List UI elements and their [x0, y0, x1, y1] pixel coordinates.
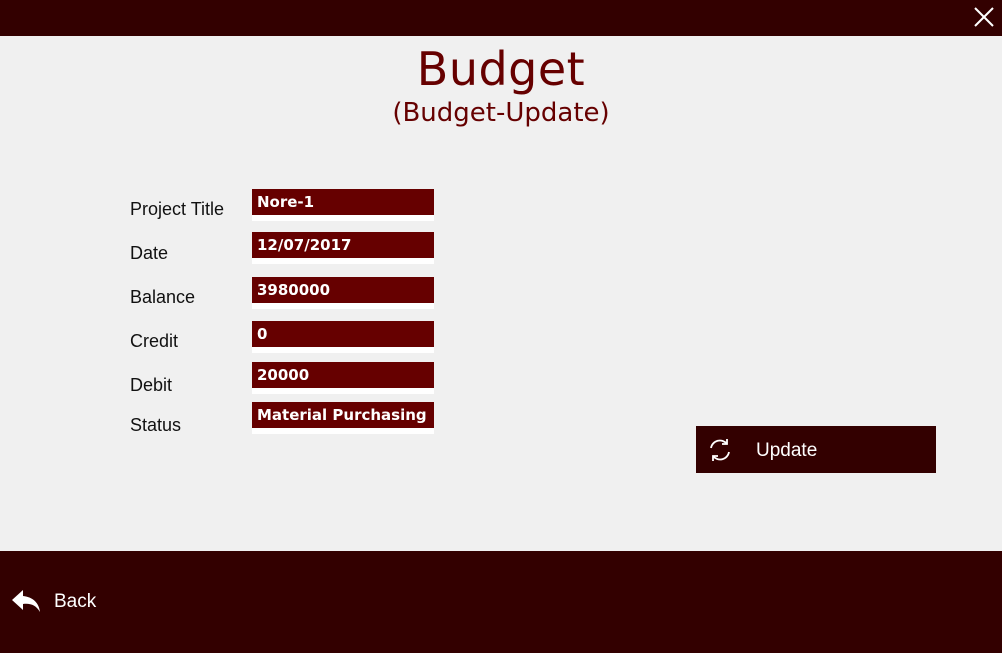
status-label: Status [130, 415, 182, 435]
footer-bar [0, 551, 1002, 653]
project-title-field[interactable]: Nore-1 [252, 189, 434, 221]
status-field[interactable]: Material Purchasing [252, 402, 434, 434]
balance-field[interactable]: 3980000 [252, 277, 434, 309]
back-button[interactable]: Back [10, 586, 120, 616]
update-button[interactable]: Update [696, 426, 936, 473]
refresh-icon [706, 436, 734, 464]
back-arrow-icon [10, 588, 42, 614]
balance-label: Balance [130, 287, 196, 307]
date-label: Date [130, 243, 169, 263]
back-button-label: Back [54, 591, 97, 612]
close-icon[interactable] [972, 5, 996, 29]
page-title: Budget [416, 42, 586, 96]
page-subtitle: (Budget-Update) [392, 98, 610, 128]
update-button-label: Update [756, 440, 818, 461]
debit-label: Debit [130, 375, 173, 395]
credit-label: Credit [130, 331, 179, 351]
debit-field[interactable]: 20000 [252, 362, 434, 394]
title-bar [0, 0, 1002, 36]
project-title-label: Project Title [130, 199, 225, 219]
date-field[interactable]: 12/07/2017 [252, 232, 434, 264]
credit-field[interactable]: 0 [252, 321, 434, 353]
